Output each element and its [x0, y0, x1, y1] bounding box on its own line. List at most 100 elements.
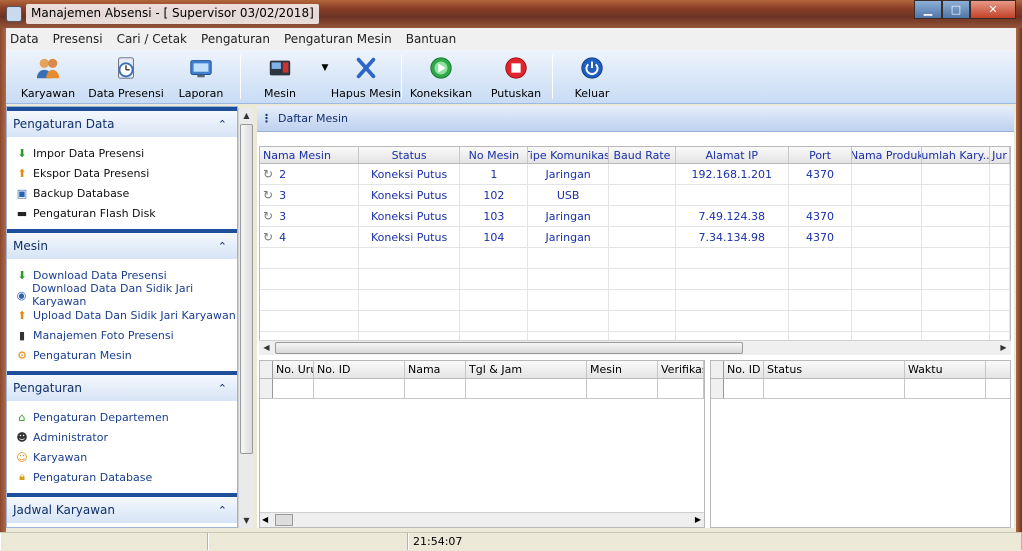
- table-cell: [587, 379, 658, 398]
- collapse-icon[interactable]: ⌃: [218, 382, 227, 395]
- column-header[interactable]: Verifikasi: [658, 361, 704, 378]
- column-header[interactable]: Nama Produk: [852, 147, 923, 163]
- sidebar-item-administrator[interactable]: ☻ Administrator: [15, 427, 237, 447]
- column-header[interactable]: Mesin: [587, 361, 658, 378]
- scroll-left-icon[interactable]: ◀: [262, 513, 268, 527]
- scroll-thumb[interactable]: [275, 514, 293, 526]
- table-cell: 1: [460, 164, 529, 184]
- machine-name-cell: [260, 248, 359, 268]
- machine-name: 2: [279, 167, 287, 181]
- column-header[interactable]: Nama Mesin: [260, 147, 359, 163]
- scroll-down-icon[interactable]: ▼: [239, 513, 254, 528]
- mesin-button[interactable]: Mesin: [241, 50, 319, 104]
- column-header[interactable]: Jumlah Kary...: [922, 147, 991, 163]
- sidebar-item-backup-database[interactable]: ▣ Backup Database: [15, 183, 237, 203]
- menu-presensi[interactable]: Presensi: [53, 32, 103, 46]
- table-cell: Jaringan: [528, 227, 610, 247]
- minimize-button[interactable]: ▁: [914, 0, 942, 19]
- column-header[interactable]: Port: [789, 147, 853, 163]
- menu-bantuan[interactable]: Bantuan: [406, 32, 456, 46]
- karyawan-button[interactable]: Karyawan: [6, 50, 90, 104]
- menu-pengaturan[interactable]: Pengaturan: [201, 32, 270, 46]
- table-horizontal-scrollbar[interactable]: ◀ ▶: [260, 512, 704, 527]
- column-header[interactable]: No. ID: [724, 361, 764, 378]
- hapus-mesin-button[interactable]: Hapus Mesin: [331, 50, 401, 104]
- table-cell: USB: [528, 185, 610, 205]
- column-header[interactable]: Tgl & Jam: [466, 361, 587, 378]
- machine-name-cell: [260, 311, 359, 331]
- table-row[interactable]: [260, 379, 704, 399]
- refresh-icon: ↻: [263, 230, 274, 244]
- menu-cari-cetak[interactable]: Cari / Cetak: [117, 32, 187, 46]
- users-icon: [35, 55, 61, 81]
- toolbar: Karyawan Data Presensi Laporan Mesin ▼ H…: [6, 50, 1016, 104]
- section-pengaturan-data[interactable]: Pengaturan Data ⌃: [7, 107, 237, 137]
- sidebar-item-pengaturan-departemen[interactable]: ⌂ Pengaturan Departemen: [15, 407, 237, 427]
- column-header[interactable]: Jur: [990, 147, 1010, 163]
- collapse-icon[interactable]: ⌃: [218, 504, 227, 517]
- table-header: No. Urut No. ID Nama Tgl & Jam Mesin Ver…: [260, 361, 704, 379]
- column-header[interactable]: Baud Rate: [609, 147, 676, 163]
- putuskan-button[interactable]: Putuskan: [480, 50, 552, 104]
- table-row[interactable]: ↻ 2 Koneksi Putus 1 Jaringan 192.168.1.201 437…: [260, 164, 1010, 185]
- collapse-icon[interactable]: ⌃: [218, 240, 227, 253]
- sidebar-item-pengaturan-flash-disk[interactable]: ▬ Pengaturan Flash Disk: [15, 203, 237, 223]
- keluar-button[interactable]: Keluar: [553, 50, 631, 104]
- admin-icon: ☻: [16, 430, 28, 444]
- collapse-icon[interactable]: ⌃: [218, 118, 227, 131]
- table-cell: 102: [460, 185, 529, 205]
- sidebar-item-pengaturan-mesin[interactable]: ⚙ Pengaturan Mesin: [15, 345, 237, 365]
- close-button[interactable]: ✕: [970, 0, 1016, 19]
- column-header[interactable]: Status: [359, 147, 461, 163]
- menu-data[interactable]: Data: [10, 32, 39, 46]
- scroll-up-icon[interactable]: ▲: [239, 108, 254, 123]
- laporan-button[interactable]: Laporan: [162, 50, 240, 104]
- scroll-thumb[interactable]: [240, 124, 253, 454]
- table-row[interactable]: [260, 290, 1010, 311]
- sidebar-item-upload-sidik-jari[interactable]: ⬆ Upload Data Dan Sidik Jari Karyawan: [15, 305, 237, 325]
- mesin-dropdown-arrow[interactable]: ▼: [319, 50, 331, 104]
- table-row[interactable]: [260, 269, 1010, 290]
- column-header[interactable]: Waktu: [905, 361, 986, 378]
- menu-pengaturan-mesin[interactable]: Pengaturan Mesin: [284, 32, 392, 46]
- sidebar-item-ekspor-data-presensi[interactable]: ⬆ Ekspor Data Presensi: [15, 163, 237, 183]
- arrow-up-icon: ⬆: [17, 308, 27, 322]
- koneksikan-button[interactable]: Koneksikan: [402, 50, 480, 104]
- column-header[interactable]: No Mesin: [460, 147, 529, 163]
- table-cell: [528, 248, 610, 268]
- table-row[interactable]: ↻ 3 Koneksi Putus 102 USB: [260, 185, 1010, 206]
- table-horizontal-scrollbar[interactable]: ◀ ▶: [259, 340, 1011, 355]
- table-row[interactable]: [711, 379, 1010, 399]
- scroll-right-icon[interactable]: ▶: [996, 341, 1011, 355]
- maximize-button[interactable]: □: [942, 0, 970, 19]
- column-header[interactable]: No. Urut: [273, 361, 314, 378]
- section-pengaturan[interactable]: Pengaturan ⌃: [7, 371, 237, 401]
- column-header[interactable]: Tipe Komunikasi: [528, 147, 610, 163]
- scroll-left-icon[interactable]: ◀: [259, 341, 274, 355]
- scroll-right-icon[interactable]: ▶: [695, 513, 701, 527]
- sidebar-item-download-sidik-jari[interactable]: ◉ Download Data Dan Sidik Jari Karyawan: [15, 282, 237, 308]
- section-mesin[interactable]: Mesin ⌃: [7, 229, 237, 259]
- data-presensi-button[interactable]: Data Presensi: [88, 50, 164, 104]
- sidebar-item-impor-data-presensi[interactable]: ⬇ Impor Data Presensi: [15, 143, 237, 163]
- table-cell: [676, 269, 789, 289]
- table-cell: [528, 290, 610, 310]
- section-jadwal-karyawan[interactable]: Jadwal Karyawan ⌃: [7, 493, 237, 523]
- column-header[interactable]: Status: [764, 361, 905, 378]
- scroll-thumb[interactable]: [275, 342, 743, 354]
- sidebar-scrollbar[interactable]: ▲ ▼: [238, 108, 253, 528]
- column-header[interactable]: Alamat IP: [676, 147, 789, 163]
- table-row[interactable]: ↻ 3 Koneksi Putus 103 Jaringan 7.49.124.38 437…: [260, 206, 1010, 227]
- table-cell: 4370: [789, 164, 853, 184]
- sidebar-item-karyawan[interactable]: ☺ Karyawan: [15, 447, 237, 467]
- table-cell: [609, 269, 676, 289]
- column-header[interactable]: No. ID: [314, 361, 405, 378]
- table-row[interactable]: ↻ 4 Koneksi Putus 104 Jaringan 7.34.134.98 437…: [260, 227, 1010, 248]
- sidebar-item-pengaturan-database[interactable]: 🔒︎ Pengaturan Database: [15, 467, 237, 487]
- table-cell: [852, 269, 923, 289]
- column-header[interactable]: Nama: [405, 361, 466, 378]
- table-row[interactable]: [260, 311, 1010, 332]
- table-row[interactable]: [260, 248, 1010, 269]
- sidebar-item-manajemen-foto-presensi[interactable]: ▮ Manajemen Foto Presensi: [15, 325, 237, 345]
- table-cell: [609, 227, 676, 247]
